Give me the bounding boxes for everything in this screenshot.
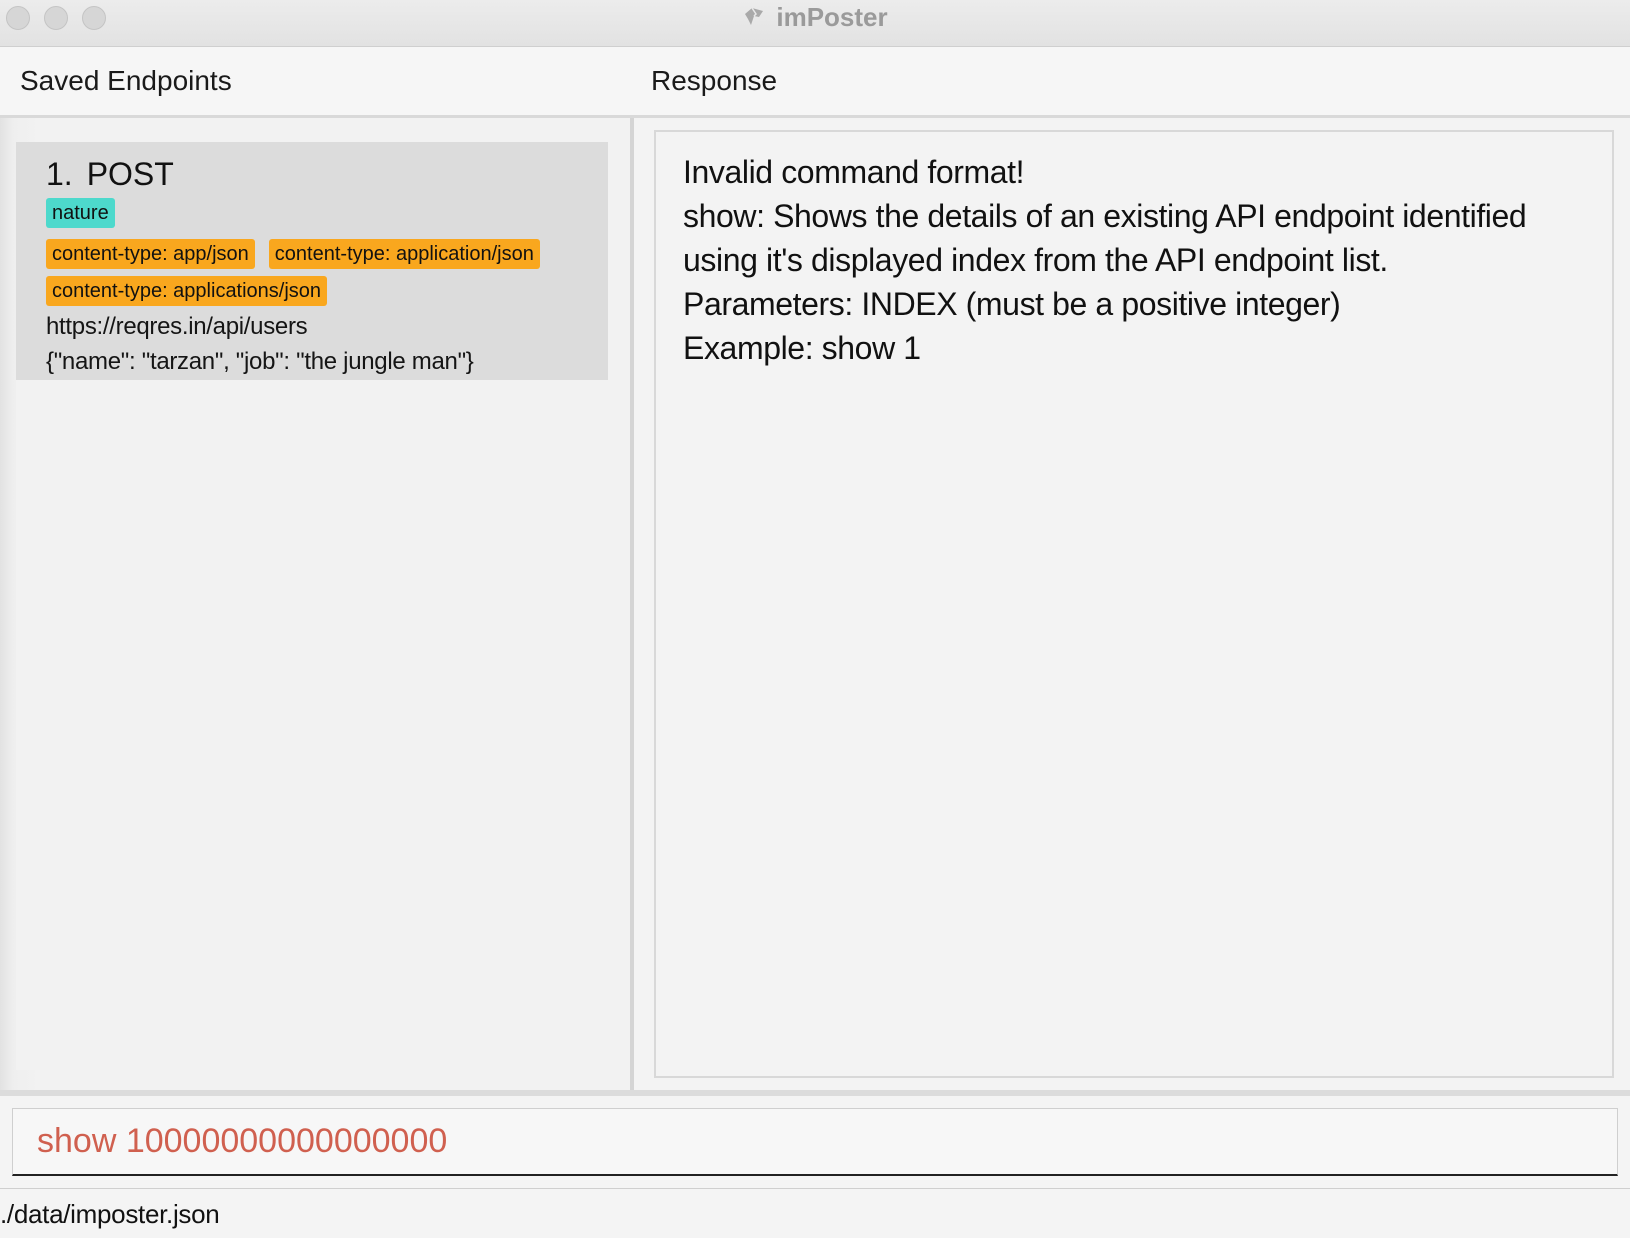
- response-line: using it's displayed index from the API …: [683, 242, 1388, 278]
- saved-endpoints-header: Saved Endpoints: [20, 65, 232, 96]
- window-title-group: imPoster: [0, 0, 1630, 34]
- app-logo-icon: [745, 7, 764, 25]
- endpoint-method: POST: [86, 156, 174, 192]
- endpoint-header-row: content-type: app/json content-type: app…: [46, 239, 608, 313]
- data-file-path: ./data/imposter.json: [0, 1199, 220, 1229]
- endpoint-body: {"name": "tarzan", "job": "the jungle ma…: [46, 348, 474, 375]
- endpoint-header-tag: content-type: app/json: [46, 239, 255, 269]
- endpoint-tag-row: nature: [46, 198, 608, 235]
- panel-header-bar: [0, 47, 1630, 118]
- endpoint-title: 1. POST: [46, 154, 608, 194]
- response-line: Parameters: INDEX (must be a positive in…: [683, 286, 1341, 322]
- endpoint-index: 1.: [46, 156, 73, 192]
- endpoint-header-tag: content-type: application/json: [268, 239, 540, 269]
- endpoint-list-panel: 1. POST nature content-type: app/json con…: [0, 118, 630, 1090]
- endpoint-card[interactable]: 1. POST nature content-type: app/json con…: [16, 142, 608, 380]
- endpoint-tag: nature: [46, 198, 115, 228]
- status-bar: ./data/imposter.json: [0, 1188, 1630, 1238]
- endpoint-url: https://reqres.in/api/users: [46, 313, 308, 340]
- response-header: Response: [651, 65, 778, 96]
- window-title: imPoster: [776, 1, 888, 32]
- title-bar: imPoster: [0, 0, 1630, 47]
- response-display[interactable]: Invalid command format! show: Shows the …: [654, 130, 1614, 1078]
- response-line: show: Shows the details of an existing A…: [683, 198, 1527, 234]
- command-area: [0, 1096, 1630, 1188]
- response-panel: Invalid command format! show: Shows the …: [634, 118, 1630, 1090]
- app-window: imPoster Saved Endpoints Response 1. POST…: [0, 0, 1630, 1238]
- command-input[interactable]: [12, 1108, 1618, 1176]
- response-line: Invalid command format!: [683, 154, 1025, 190]
- endpoint-header-tag: content-type: applications/json: [46, 276, 328, 306]
- response-line: Example: show 1: [683, 330, 921, 366]
- endpoint-list[interactable]: 1. POST nature content-type: app/json con…: [16, 142, 608, 1070]
